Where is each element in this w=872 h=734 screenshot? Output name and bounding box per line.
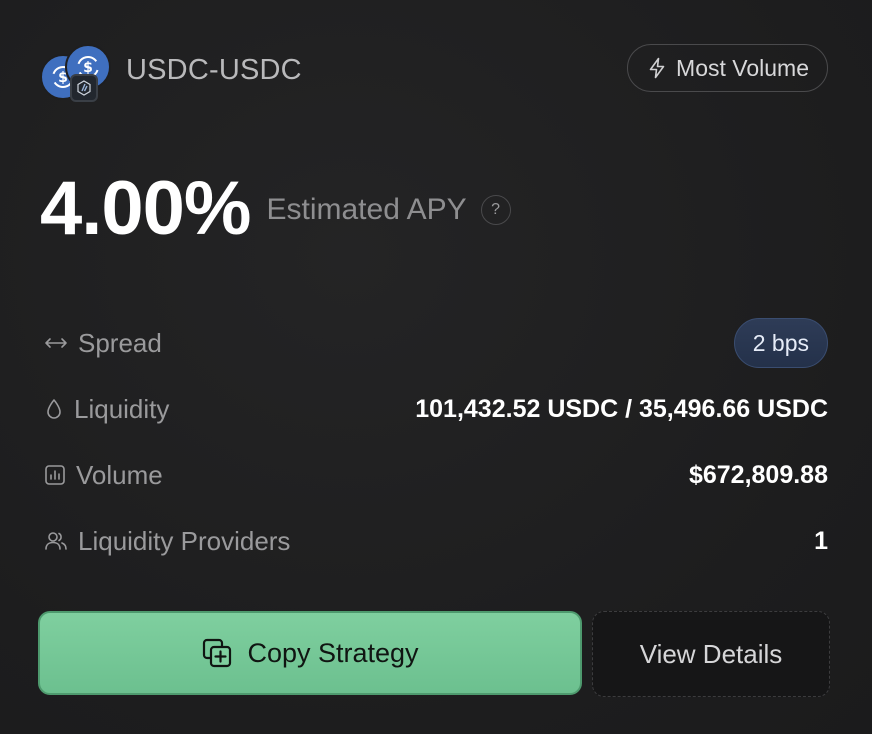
stat-row-volume: Volume $672,809.88 bbox=[44, 444, 828, 506]
stats-list: Spread 2 bps Liquidity 101,432.52 USDC /… bbox=[44, 312, 828, 572]
card-header: $ $ USDC-USDC Most Volume bbox=[40, 44, 828, 102]
help-icon[interactable]: ? bbox=[480, 195, 511, 225]
stat-row-liquidity: Liquidity 101,432.52 USDC / 35,496.66 US… bbox=[44, 378, 828, 440]
copy-plus-icon bbox=[203, 638, 232, 668]
liquidity-value: 101,432.52 USDC / 35,496.66 USDC bbox=[415, 394, 828, 423]
view-details-button[interactable]: View Details bbox=[592, 611, 830, 697]
most-volume-badge: Most Volume bbox=[627, 44, 828, 92]
badge-label: Most Volume bbox=[676, 54, 809, 81]
users-icon bbox=[45, 532, 67, 550]
arbitrum-chain-icon bbox=[70, 74, 98, 102]
volume-value: $672,809.88 bbox=[688, 460, 828, 489]
spread-label: Spread bbox=[78, 327, 162, 358]
token-pair-icons: $ $ bbox=[40, 44, 112, 102]
strategy-card: $ $ USDC-USDC Most Volume 4.00% Estimate… bbox=[0, 0, 872, 734]
card-actions: Copy Strategy View Details bbox=[38, 611, 830, 697]
lightning-icon bbox=[649, 57, 665, 79]
copy-strategy-button[interactable]: Copy Strategy bbox=[38, 611, 582, 695]
volume-label: Volume bbox=[76, 459, 163, 490]
stat-row-providers: Liquidity Providers 1 bbox=[44, 510, 828, 572]
liquidity-label: Liquidity bbox=[74, 393, 170, 424]
providers-value: 1 bbox=[814, 526, 828, 555]
spread-value: 2 bps bbox=[733, 318, 828, 368]
pair-name: USDC-USDC bbox=[126, 54, 302, 86]
copy-strategy-label: Copy Strategy bbox=[247, 637, 419, 668]
bar-chart-icon bbox=[45, 465, 65, 485]
stat-row-spread: Spread 2 bps bbox=[44, 312, 828, 374]
apy-section: 4.00% Estimated APY ? bbox=[40, 166, 511, 251]
droplet-icon bbox=[47, 399, 61, 419]
apy-value: 4.00% bbox=[40, 165, 251, 251]
providers-label: Liquidity Providers bbox=[78, 525, 291, 556]
apy-label: Estimated APY bbox=[266, 193, 467, 226]
arrows-horizontal-icon bbox=[45, 338, 67, 348]
